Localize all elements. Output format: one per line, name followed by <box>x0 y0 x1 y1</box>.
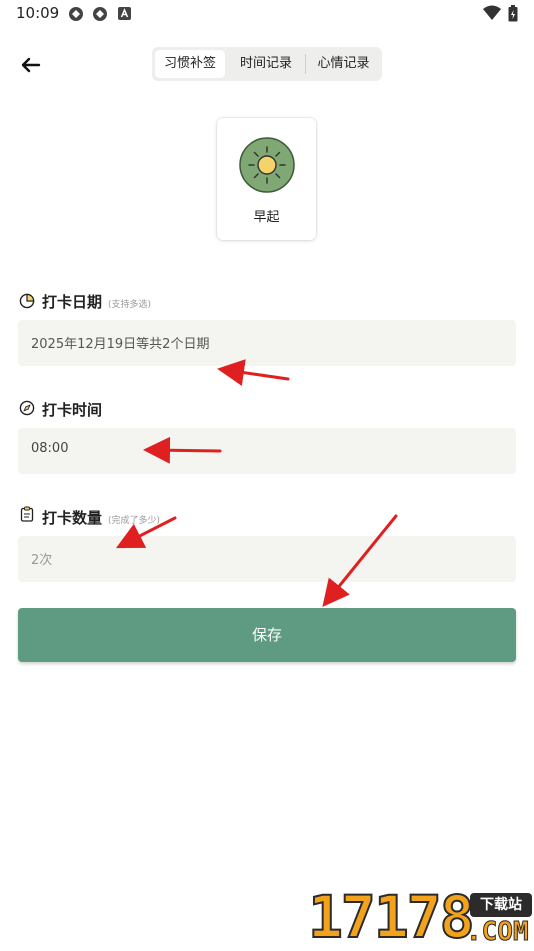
sync-icon-2 <box>93 7 107 21</box>
habit-name: 早起 <box>253 210 280 225</box>
compass-icon <box>19 400 35 416</box>
date-section-hint: (支持多选) <box>108 300 152 310</box>
watermark-badge: 下载站 <box>470 893 532 917</box>
save-button[interactable]: 保存 <box>18 608 516 662</box>
segmented-tabs: 习惯补签 时间记录 心情记录 <box>152 47 382 81</box>
date-section-title: 打卡日期 <box>42 293 103 311</box>
tab-mood-record[interactable]: 心情记录 <box>307 50 380 78</box>
battery-icon <box>508 5 518 22</box>
tab-time-record[interactable]: 时间记录 <box>230 50 302 78</box>
time-section-title: 打卡时间 <box>42 401 103 419</box>
notification-a-icon <box>118 7 131 20</box>
tab-habit-resign[interactable]: 习惯补签 <box>155 50 225 78</box>
sun-icon <box>239 137 295 193</box>
clipboard-icon <box>20 506 34 522</box>
watermark-logo: 17178 <box>307 883 476 951</box>
time-field[interactable]: 08:00 <box>18 428 516 474</box>
arrow-to-date <box>217 359 290 386</box>
count-field[interactable]: 2次 <box>18 536 516 582</box>
count-section-hint: (完成了多少) <box>108 516 161 526</box>
back-arrow-icon[interactable] <box>18 52 44 78</box>
status-time: 10:09 <box>16 4 60 22</box>
count-field-placeholder: 2次 <box>31 553 53 568</box>
time-field-value: 08:00 <box>31 441 69 456</box>
watermark-site: .COM <box>466 917 530 947</box>
wifi-icon <box>483 5 501 20</box>
pie-clock-icon <box>19 293 35 309</box>
sync-icon <box>69 7 83 21</box>
date-field-value: 2025年12月19日等共2个日期 <box>31 337 210 352</box>
tab-divider <box>305 54 306 74</box>
date-field[interactable]: 2025年12月19日等共2个日期 <box>18 320 516 366</box>
count-section-title: 打卡数量 <box>42 509 103 527</box>
